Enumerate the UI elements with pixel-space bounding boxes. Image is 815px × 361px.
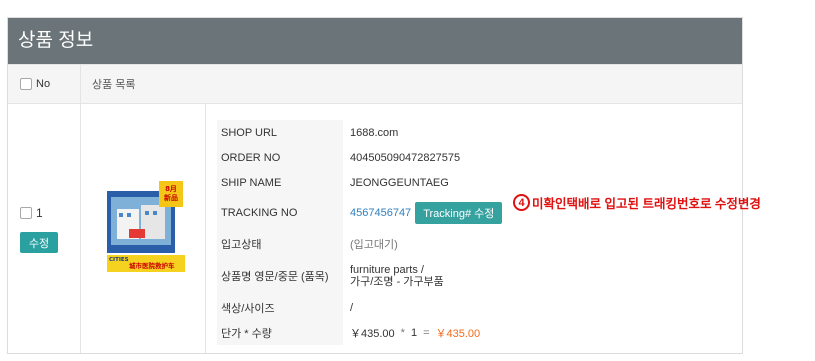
ship-name-label: SHIP NAME bbox=[217, 170, 343, 195]
header-product-list-label: 상품 목록 bbox=[92, 79, 136, 91]
product-name-label: 상품명 영문/중문 (품목) bbox=[217, 257, 343, 295]
annotation-text: 미확인택배로 입고된 트래킹번호로 수정변경 bbox=[532, 197, 761, 211]
row-index: 1 bbox=[36, 206, 43, 220]
shop-url-value: 1688.com bbox=[350, 126, 399, 139]
badge-top-text: 8月 bbox=[165, 185, 177, 193]
total-price: ￥435.00 bbox=[435, 327, 481, 340]
tracking-edit-button[interactable]: Tracking# 수정 bbox=[415, 202, 503, 224]
row-checkbox[interactable] bbox=[20, 207, 32, 219]
brand-text: CITIES bbox=[109, 257, 129, 263]
table-row: 1 수정 8月 新品 CITIES 城市医院救护车 SHOP URL 1688.… bbox=[8, 104, 761, 353]
price-qty-label: 단가 * 수량 bbox=[217, 320, 343, 345]
product-image[interactable]: 8月 新品 CITIES 城市医院救护车 bbox=[107, 181, 187, 274]
badge-mid-text: 新品 bbox=[164, 193, 178, 202]
product-image-cell: 8月 新品 CITIES 城市医院救护车 bbox=[81, 104, 206, 353]
edit-button[interactable]: 수정 bbox=[20, 232, 58, 253]
order-no-label: ORDER NO bbox=[217, 145, 343, 170]
tracking-no-link[interactable]: 4567456747 bbox=[350, 207, 411, 219]
color-size-value: / bbox=[350, 301, 354, 314]
caption-text: 城市医院救护车 bbox=[129, 261, 175, 270]
shop-url-label: SHOP URL bbox=[217, 120, 343, 145]
annotation-note: 4 미확인택배로 입고된 트래킹번호로 수정변경 bbox=[513, 193, 761, 212]
product-info-panel: 상품 정보 No 상품 목록 1 수정 8月 新品 CITIES 城市医院救护车… bbox=[7, 17, 761, 354]
quantity: 1 bbox=[410, 326, 418, 339]
tracking-no-value-wrap: 4567456747 Tracking# 수정 bbox=[350, 195, 503, 231]
select-all-checkbox[interactable] bbox=[20, 78, 32, 90]
equals-sign: = bbox=[423, 326, 430, 339]
panel-title: 상품 정보 bbox=[8, 18, 742, 64]
product-name-line2: 가구/조명 - 가구부품 bbox=[350, 276, 444, 288]
times-sign: * bbox=[400, 326, 405, 339]
header-no-label: No bbox=[36, 78, 51, 90]
product-name-value: furniture parts / 가구/조명 - 가구부품 bbox=[350, 257, 444, 295]
row-no-cell: 1 수정 bbox=[8, 104, 81, 353]
order-no-value: 404505090472827575 bbox=[350, 151, 461, 164]
annotation-number-icon: 4 bbox=[513, 194, 530, 211]
ship-name-value: JEONGGEUNTAEG bbox=[350, 176, 449, 189]
header-no-cell: No bbox=[8, 65, 81, 103]
price-qty-value: ￥435.00 * 1 = ￥435.00 bbox=[350, 320, 480, 345]
unit-price: ￥435.00 bbox=[350, 327, 395, 340]
tracking-no-label: TRACKING NO bbox=[217, 195, 343, 231]
color-size-label: 색상/사이즈 bbox=[217, 295, 343, 320]
table-header: No 상품 목록 bbox=[8, 64, 742, 104]
product-name-line1: furniture parts / bbox=[350, 264, 424, 276]
status-label: 입고상태 bbox=[217, 231, 343, 257]
status-value: (입고대기) bbox=[350, 239, 398, 251]
row-select: 1 bbox=[20, 206, 43, 220]
